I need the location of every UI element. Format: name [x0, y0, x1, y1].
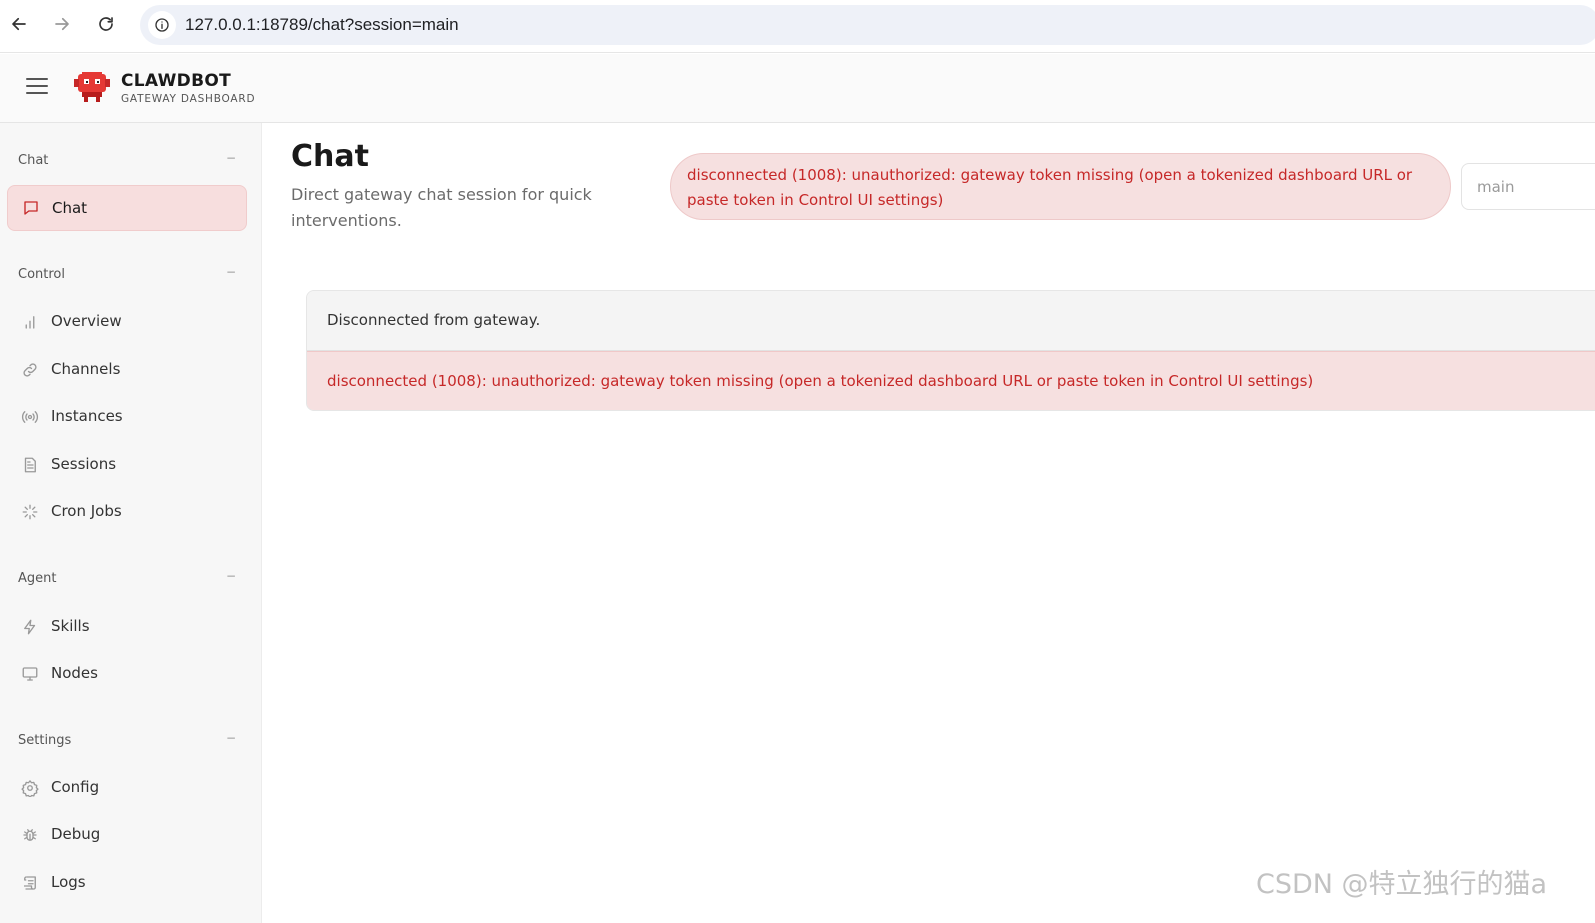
sidebar-item-nodes[interactable]: Nodes [7, 651, 247, 697]
sidebar-item-label: Instances [51, 407, 123, 425]
sidebar-item-skills[interactable]: Skills [7, 604, 247, 650]
scroll-icon [20, 873, 40, 893]
sidebar-item-label: Skills [51, 617, 90, 635]
app-header: CLAWDBOT GATEWAY DASHBOARD [0, 54, 1595, 123]
sidebar-item-label: Chat [52, 199, 88, 217]
sidebar-item-label: Overview [51, 312, 122, 330]
back-button[interactable] [5, 10, 33, 38]
error-message: disconnected (1008): unauthorized: gatew… [307, 351, 1595, 410]
section-label-chat[interactable]: Chat [18, 153, 48, 168]
settings-icon [20, 778, 40, 798]
sidebar-item-config[interactable]: Config [7, 765, 247, 811]
connection-error-banner: disconnected (1008): unauthorized: gatew… [670, 153, 1451, 220]
monitor-icon [20, 664, 40, 684]
arrow-right-icon [55, 17, 69, 31]
sidebar-item-label: Sessions [51, 455, 117, 473]
reload-icon [99, 17, 113, 31]
sidebar-item-label: Logs [51, 873, 86, 891]
reload-button[interactable] [92, 10, 120, 38]
sidebar-item-debug[interactable]: Debug [7, 812, 247, 858]
page-subtitle: Direct gateway chat session for quick in… [291, 185, 592, 230]
sidebar: Chat − Chat Control − Overview Channels … [0, 123, 262, 923]
url-text[interactable]: 127.0.0.1:18789/chat?session=main [185, 15, 459, 35]
clawdbot-logo [74, 70, 110, 104]
address-bar[interactable]: 127.0.0.1:18789/chat?session=main [140, 5, 1595, 45]
sidebar-item-label: Config [51, 778, 100, 796]
sidebar-item-logs[interactable]: Logs [7, 860, 247, 906]
sidebar-item-instances[interactable]: Instances [7, 394, 247, 440]
radio-icon [20, 407, 40, 427]
site-info-icon[interactable] [148, 11, 176, 39]
sidebar-item-sessions[interactable]: Sessions [7, 442, 247, 488]
sidebar-item-cron-jobs[interactable]: Cron Jobs [7, 489, 247, 535]
section-label-settings[interactable]: Settings [18, 733, 71, 748]
section-collapse-control[interactable]: − [226, 265, 236, 279]
loader-icon [20, 502, 40, 522]
sidebar-item-label: Channels [51, 360, 121, 378]
bar-chart-icon [20, 312, 40, 332]
status-message: Disconnected from gateway. [307, 291, 1595, 351]
section-collapse-agent[interactable]: − [226, 569, 236, 583]
brand-title: CLAWDBOT [121, 71, 231, 91]
section-collapse-settings[interactable]: − [226, 731, 236, 745]
browser-toolbar: 127.0.0.1:18789/chat?session=main [0, 0, 1595, 53]
sidebar-item-channels[interactable]: Channels [7, 347, 247, 393]
section-label-control[interactable]: Control [18, 267, 65, 282]
chat-thread: Disconnected from gateway. disconnected … [306, 290, 1595, 411]
sidebar-item-label: Debug [51, 825, 101, 843]
sidebar-item-label: Cron Jobs [51, 502, 122, 520]
zap-icon [20, 617, 40, 637]
bug-icon [20, 825, 40, 845]
arrow-left-icon [12, 17, 26, 31]
section-collapse-chat[interactable]: − [226, 151, 236, 165]
section-label-agent[interactable]: Agent [18, 571, 56, 586]
link-icon [20, 360, 40, 380]
sidebar-item-label: Nodes [51, 664, 98, 682]
sidebar-item-overview[interactable]: Overview [7, 299, 247, 345]
watermark: CSDN @特立独行的猫a [1256, 869, 1548, 900]
menu-toggle-icon[interactable] [26, 78, 48, 98]
brand-subtitle: GATEWAY DASHBOARD [121, 93, 256, 105]
session-input[interactable] [1461, 163, 1595, 210]
forward-button[interactable] [48, 10, 76, 38]
error-message-text: disconnected (1008): unauthorized: gatew… [327, 372, 1314, 390]
status-message-text: Disconnected from gateway. [327, 311, 541, 329]
sidebar-item-chat[interactable]: Chat [7, 185, 247, 231]
message-square-icon [21, 198, 41, 218]
file-text-icon [20, 455, 40, 475]
page-title: Chat [291, 139, 369, 174]
